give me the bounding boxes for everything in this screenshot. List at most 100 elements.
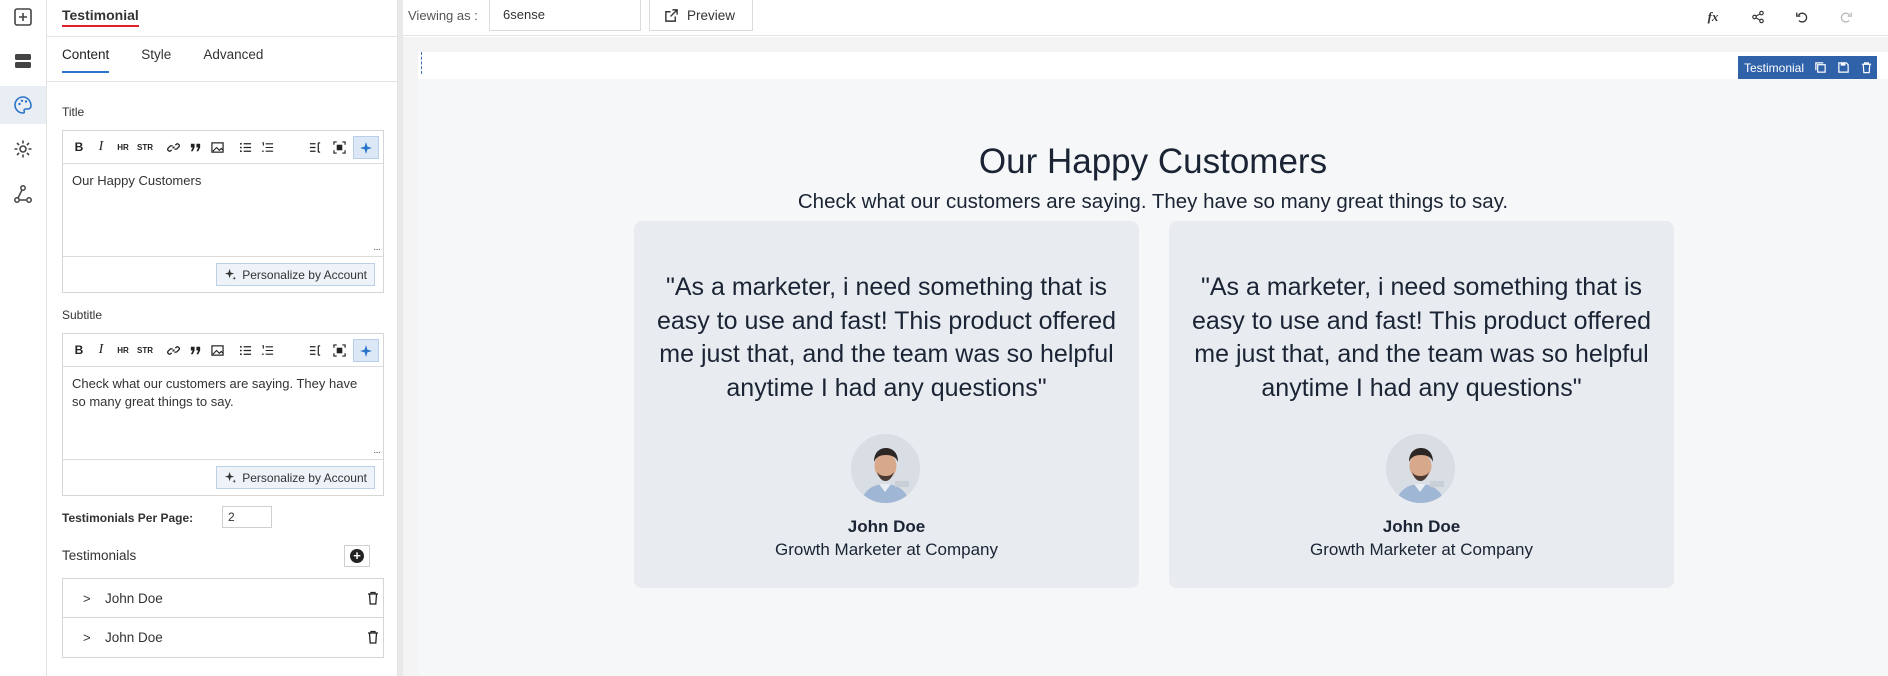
quote-icon [190, 143, 200, 151]
avatar [851, 434, 920, 503]
share-icon [1752, 10, 1764, 24]
fullscreen-button[interactable] [329, 138, 349, 158]
theme-button[interactable] [0, 86, 46, 124]
canvas-area: Testimonial Our Happy Customers Check wh… [403, 37, 1888, 676]
testimonial-section[interactable]: Our Happy Customers Check what our custo… [418, 79, 1888, 676]
bullet-list-button[interactable] [235, 137, 255, 157]
duplicate-icon[interactable] [1814, 61, 1827, 74]
undo-icon [1796, 12, 1808, 23]
source-button[interactable] [305, 138, 325, 158]
sparkle-icon [225, 268, 237, 281]
add-testimonial-button[interactable]: + [344, 545, 370, 567]
tab-style[interactable]: Style [141, 47, 171, 73]
list-item[interactable]: > John Doe [63, 579, 383, 618]
person-avatar-icon [1386, 434, 1455, 503]
strike-button[interactable]: STR [135, 137, 155, 157]
bold-button[interactable]: B [69, 137, 89, 157]
add-element-button[interactable] [4, 0, 42, 36]
share-button[interactable] [1749, 8, 1767, 26]
divider [47, 81, 398, 82]
bold-button[interactable]: B [69, 340, 89, 360]
numbered-list-button[interactable] [257, 340, 277, 360]
image-button[interactable] [207, 340, 227, 360]
testimonial-card: "As a marketer, i need something that is… [634, 221, 1139, 588]
tab-content[interactable]: Content [62, 47, 110, 73]
resize-handle[interactable]: ··· [373, 447, 381, 458]
testimonials-label: Testimonials [62, 548, 137, 563]
ai-assist-button[interactable] [353, 136, 379, 159]
per-page-input[interactable] [222, 506, 272, 528]
title-editor-text[interactable]: Our Happy Customers [63, 164, 383, 257]
external-link-icon [665, 8, 678, 22]
subtitle-field-label: Subtitle [62, 308, 103, 322]
layout-button[interactable] [4, 42, 42, 80]
formula-icon[interactable]: fx [1704, 8, 1722, 26]
personalize-label: Personalize by Account [242, 470, 367, 485]
bullet-list-button[interactable] [235, 340, 255, 360]
divider [47, 36, 398, 37]
personalize-label: Personalize by Account [242, 267, 367, 282]
hr-button[interactable]: HR [113, 137, 133, 157]
source-icon [309, 142, 320, 153]
testimonial-item-name: John Doe [105, 590, 163, 606]
preview-button[interactable]: Preview [649, 0, 753, 31]
strike-button[interactable]: STR [135, 340, 155, 360]
app-root: Testimonial Content Style Advanced Title… [0, 0, 1888, 676]
fullscreen-button[interactable] [329, 341, 349, 361]
chevron-right-icon[interactable]: > [83, 630, 93, 645]
editor-footer: Personalize by Account [63, 460, 383, 495]
save-icon[interactable] [1837, 61, 1850, 74]
preview-label: Preview [687, 7, 736, 23]
subtitle-editor: B I HR STR Check what our customers are … [62, 333, 384, 496]
settings-button[interactable] [4, 130, 42, 168]
selection-label[interactable]: Testimonial [1744, 61, 1804, 75]
editor-toolbar: B I HR STR [63, 334, 383, 367]
chevron-right-icon[interactable]: > [83, 591, 93, 606]
testimonial-list: > John Doe > John Doe [62, 578, 384, 658]
italic-button[interactable]: I [91, 340, 111, 360]
viewing-as-select[interactable]: 6sense [489, 0, 641, 31]
testimonial-quote: "As a marketer, i need something that is… [1191, 273, 1652, 402]
link-button[interactable] [163, 137, 183, 157]
image-icon [210, 344, 224, 356]
ai-assist-button[interactable] [353, 339, 379, 362]
drop-guide [421, 52, 422, 74]
link-button[interactable] [163, 340, 183, 360]
panel-title: Testimonial [62, 7, 139, 27]
trash-icon[interactable] [365, 629, 381, 645]
subtitle-editor-text[interactable]: Check what our customers are saying. The… [63, 367, 383, 460]
resize-handle[interactable]: ··· [373, 244, 381, 255]
numbered-list-icon [261, 141, 273, 152]
redo-button[interactable] [1837, 8, 1855, 26]
source-button[interactable] [305, 341, 325, 361]
trash-icon[interactable] [1860, 61, 1873, 74]
sparkle-icon [360, 141, 372, 154]
flow-button[interactable] [4, 175, 42, 213]
quote-button[interactable] [185, 340, 205, 360]
link-icon [166, 345, 180, 355]
hr-button[interactable]: HR [113, 340, 133, 360]
quote-button[interactable] [185, 137, 205, 157]
undo-button[interactable] [1793, 8, 1811, 26]
quote-icon [190, 346, 200, 354]
personalize-subtitle-button[interactable]: Personalize by Account [216, 466, 375, 489]
personalize-title-button[interactable]: Personalize by Account [216, 263, 375, 286]
tab-advanced[interactable]: Advanced [203, 47, 263, 73]
flow-icon [14, 185, 32, 203]
italic-button[interactable]: I [91, 137, 111, 157]
fullscreen-icon [332, 344, 346, 357]
add-icon [14, 8, 32, 26]
trash-icon[interactable] [365, 590, 381, 606]
image-button[interactable] [207, 137, 227, 157]
left-rail [0, 0, 47, 676]
viewing-as-label: Viewing as : [408, 8, 478, 23]
list-item[interactable]: > John Doe [63, 618, 383, 657]
plus-circle-icon: + [350, 549, 364, 563]
panel-tabs: Content Style Advanced [62, 47, 295, 73]
top-bar: Viewing as : 6sense Preview fx [403, 0, 1888, 36]
person-role: Growth Marketer at Company [775, 540, 998, 559]
palette-icon [14, 96, 32, 114]
image-icon [210, 141, 224, 153]
numbered-list-button[interactable] [257, 137, 277, 157]
avatar [1386, 434, 1455, 503]
